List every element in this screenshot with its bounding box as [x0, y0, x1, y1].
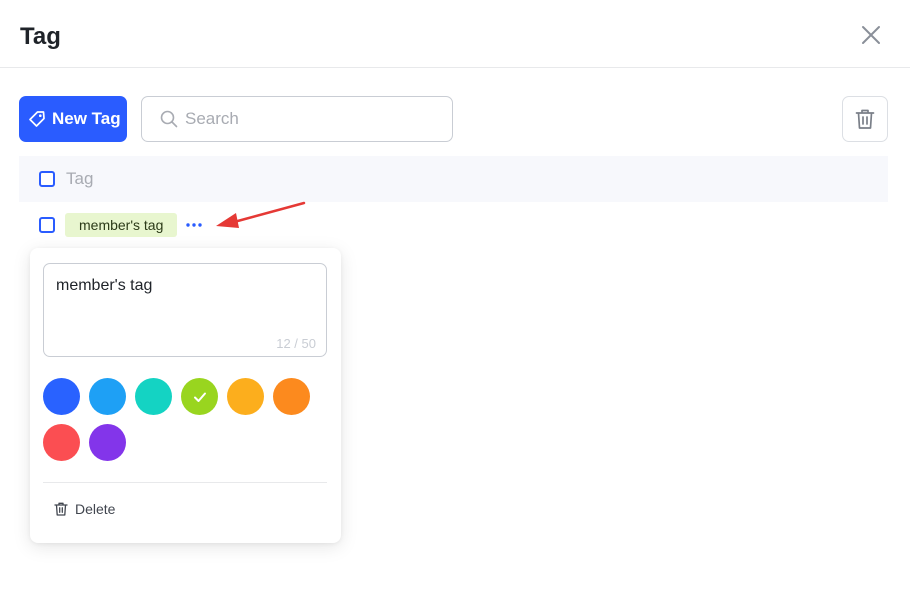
color-swatch[interactable]: [273, 378, 310, 415]
check-icon: [193, 392, 206, 402]
color-swatch[interactable]: [89, 378, 126, 415]
tag-icon: [28, 110, 46, 128]
color-swatch[interactable]: [135, 378, 172, 415]
table-header: Tag: [19, 156, 888, 202]
annotation-arrow-icon: [216, 201, 306, 228]
color-swatch[interactable]: [43, 378, 80, 415]
more-dots-icon: [186, 223, 203, 227]
close-button[interactable]: [858, 22, 884, 48]
color-swatch[interactable]: [181, 378, 218, 415]
bulk-delete-button[interactable]: [842, 96, 888, 142]
tag-name-box: 12 / 50: [43, 263, 327, 357]
delete-tag-button[interactable]: Delete: [53, 501, 115, 517]
close-icon: [862, 26, 880, 44]
color-swatch[interactable]: [89, 424, 126, 461]
delete-label: Delete: [75, 501, 116, 517]
trash-icon: [53, 501, 69, 517]
search-box[interactable]: [141, 96, 453, 142]
color-swatch[interactable]: [43, 424, 80, 461]
popover-divider: [43, 482, 327, 483]
tag-chip: member's tag: [65, 213, 178, 237]
select-all-checkbox[interactable]: [39, 171, 55, 187]
search-icon: [159, 109, 179, 129]
char-counter: 12 / 50: [276, 336, 316, 351]
tag-name-input[interactable]: [56, 276, 316, 326]
new-tag-button[interactable]: New Tag: [19, 96, 127, 142]
column-header-tag: Tag: [66, 169, 94, 188]
dialog-header: Tag: [0, 0, 910, 68]
new-tag-label: New Tag: [52, 109, 121, 128]
search-input[interactable]: [185, 109, 435, 129]
row-checkbox[interactable]: [39, 217, 55, 233]
trash-icon: [855, 109, 875, 129]
color-swatch[interactable]: [227, 378, 264, 415]
tag-more-button[interactable]: [185, 215, 203, 235]
dialog-title: Tag: [20, 23, 61, 50]
tag-edit-popover: 12 / 50 Delete: [30, 248, 341, 543]
table-row: member's tag: [19, 202, 888, 248]
